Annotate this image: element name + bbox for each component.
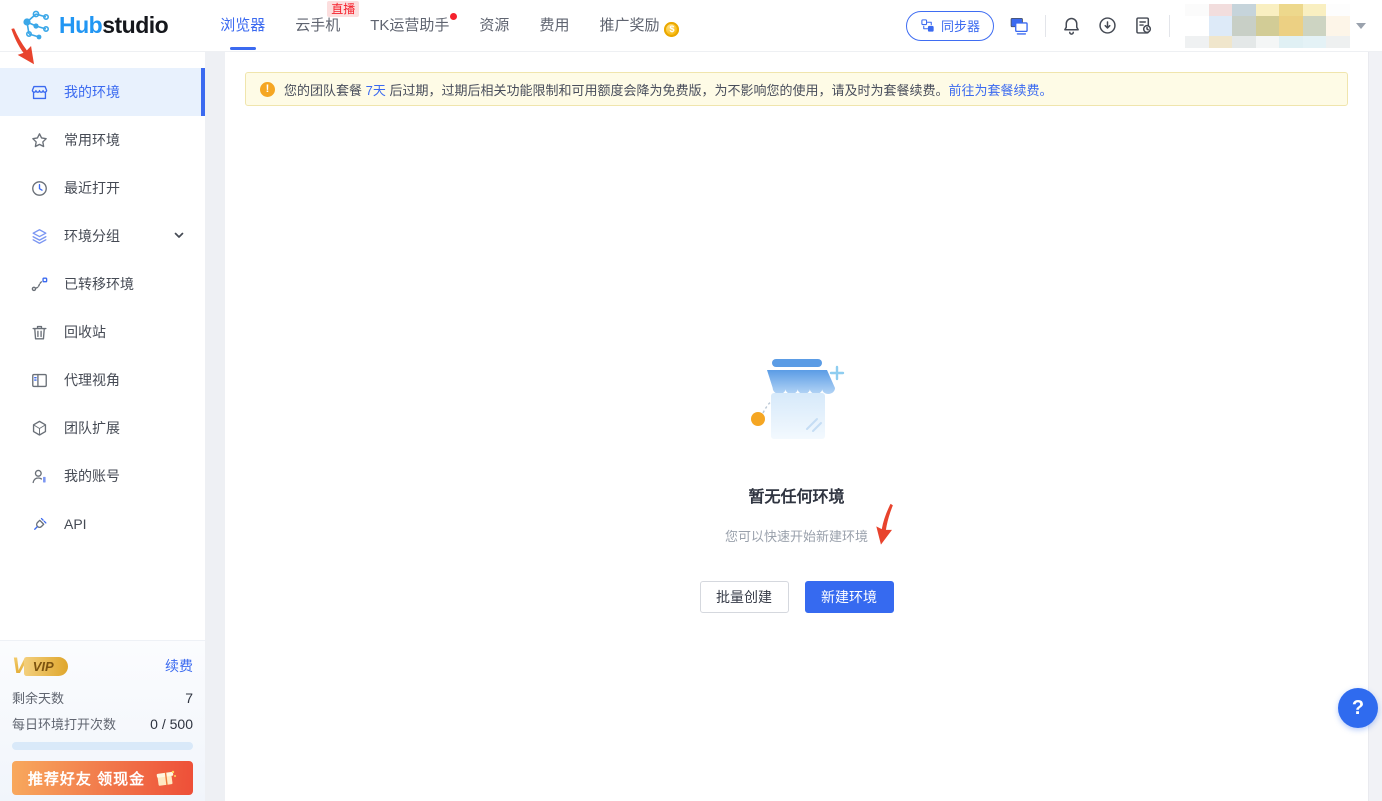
molecule-logo-icon (18, 8, 54, 44)
nav-tab-browser[interactable]: 浏览器 (220, 0, 265, 52)
empty-state: 暂无任何环境 您可以快速开始新建环境 批量创建 新建环境 (225, 357, 1368, 613)
renew-plan-link[interactable]: 前往为套餐续费。 (948, 83, 1052, 98)
sidebar-item-my-account[interactable]: 我的账号 (0, 452, 205, 500)
divider (1169, 15, 1170, 37)
proxy-layout-icon (30, 371, 49, 390)
sidebar-item-team-expansion[interactable]: 团队扩展 (0, 404, 205, 452)
notifications-bell-icon[interactable] (1061, 15, 1082, 36)
chevron-down-icon (173, 228, 185, 244)
vip-badge: V VIP (12, 653, 68, 679)
scrollbar-track[interactable] (1368, 52, 1382, 801)
remaining-days-row: 剩余天数 7 (12, 688, 193, 707)
empty-title: 暂无任何环境 (748, 483, 844, 507)
nav-tab-tk-assistant[interactable]: TK运营助手 (370, 0, 449, 52)
account-avatar-redacted (1185, 4, 1350, 48)
nav-tab-resources[interactable]: 资源 (479, 0, 509, 52)
plug-api-icon (30, 515, 49, 534)
sidebar-item-api[interactable]: API (0, 500, 205, 548)
chevron-down-icon (1356, 23, 1366, 29)
empty-subtitle: 您可以快速开始新建环境 (725, 526, 868, 545)
sidebar-item-my-environments[interactable]: 我的环境 (0, 68, 205, 116)
clock-icon (30, 179, 49, 198)
vip-card: V VIP 续费 剩余天数 7 每日环境打开次数 0 / 500 推荐好友 领现… (0, 640, 205, 801)
live-badge: 直播 (327, 1, 359, 17)
help-button[interactable]: ? (1338, 688, 1378, 728)
sidebar-item-recycle-bin[interactable]: 回收站 (0, 308, 205, 356)
multi-screen-icon[interactable] (1009, 15, 1030, 36)
nav-tab-referral[interactable]: 推广奖励$ (599, 0, 679, 52)
check-update-icon[interactable] (1097, 15, 1118, 36)
user-icon (30, 467, 49, 486)
sidebar-item-proxy-view[interactable]: 代理视角 (0, 356, 205, 404)
sidebar-item-favorite-environments[interactable]: 常用环境 (0, 116, 205, 164)
sync-icon (920, 18, 935, 33)
operation-log-icon[interactable] (1133, 15, 1154, 36)
brand-text: Hubstudio (59, 12, 168, 39)
batch-create-button[interactable]: 批量创建 (700, 581, 789, 613)
referral-promo-banner[interactable]: 推荐好友 领现金 (12, 761, 193, 795)
usage-progress-bar (12, 742, 193, 750)
daily-opens-value: 0 / 500 (150, 716, 193, 732)
cube-team-icon (30, 419, 49, 438)
transfer-icon (30, 275, 49, 294)
top-header: Hubstudio 浏览器 云手机 直播 TK运营助手 资源 费用 推广奖励$ … (0, 0, 1382, 52)
layers-icon (30, 227, 49, 246)
star-icon (30, 131, 49, 150)
sidebar-item-recently-opened[interactable]: 最近打开 (0, 164, 205, 212)
hubstudio-logo: Hubstudio (18, 8, 168, 44)
gift-icon (153, 766, 177, 790)
daily-opens-row: 每日环境打开次数 0 / 500 (12, 714, 193, 733)
divider (1045, 15, 1046, 37)
coin-icon: $ (664, 22, 679, 37)
plan-expiry-banner: ! 您的团队套餐 7天 后过期，过期后相关功能限制和可用额度会降为免费版，为不影… (245, 72, 1348, 106)
storefront-icon (30, 83, 49, 102)
nav-tab-billing[interactable]: 费用 (539, 0, 569, 52)
trash-icon (30, 323, 49, 342)
sidebar-item-environment-groups[interactable]: 环境分组 (0, 212, 205, 260)
notification-dot (450, 13, 457, 20)
main-nav: 浏览器 云手机 直播 TK运营助手 资源 费用 推广奖励$ (220, 0, 679, 52)
empty-storefront-illustration (745, 357, 849, 449)
main-panel: ! 您的团队套餐 7天 后过期，过期后相关功能限制和可用额度会降为免费版，为不影… (225, 52, 1368, 801)
new-environment-button[interactable]: 新建环境 (805, 581, 894, 613)
synchronizer-button[interactable]: 同步器 (906, 11, 994, 41)
nav-tab-cloudphone[interactable]: 云手机 直播 (295, 0, 340, 52)
warning-icon: ! (260, 82, 275, 97)
expiry-days-highlight: 7天 (366, 83, 386, 98)
sidebar-item-transferred-environments[interactable]: 已转移环境 (0, 260, 205, 308)
remaining-days-value: 7 (185, 690, 193, 706)
account-menu[interactable] (1185, 4, 1366, 48)
renew-link[interactable]: 续费 (165, 656, 193, 676)
sidebar: 我的环境 常用环境 最近打开 环境分组 (0, 52, 205, 801)
header-actions: 同步器 (906, 4, 1366, 48)
